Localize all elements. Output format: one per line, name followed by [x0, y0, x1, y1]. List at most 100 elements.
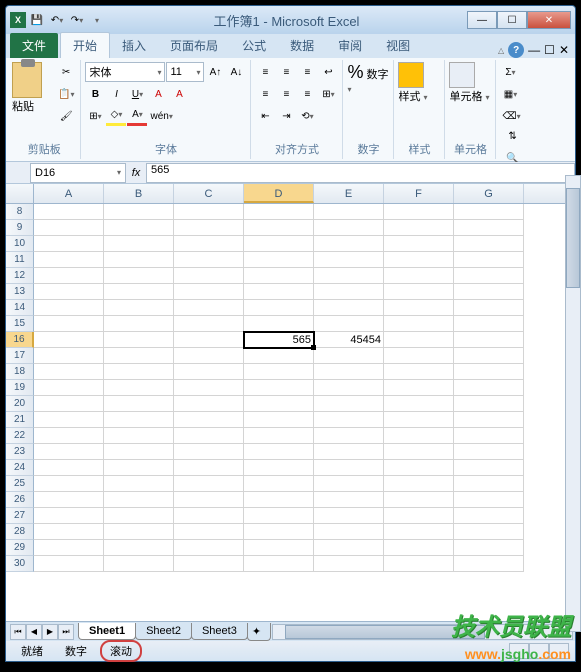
cell-E14[interactable]	[314, 300, 384, 316]
cell-C10[interactable]	[174, 236, 244, 252]
cell-E13[interactable]	[314, 284, 384, 300]
cell-A19[interactable]	[34, 380, 104, 396]
autosum-icon[interactable]: Σ▾	[500, 62, 520, 82]
cell-G26[interactable]	[454, 492, 524, 508]
bold-button[interactable]: B	[85, 84, 105, 104]
cell-G18[interactable]	[454, 364, 524, 380]
tab-file[interactable]: 文件	[10, 33, 58, 58]
increase-font-icon[interactable]: A↑	[205, 62, 225, 82]
col-header-E[interactable]: E	[314, 184, 384, 203]
cell-B15[interactable]	[104, 316, 174, 332]
cell-B13[interactable]	[104, 284, 174, 300]
cell-B12[interactable]	[104, 268, 174, 284]
cell-C13[interactable]	[174, 284, 244, 300]
cell-A15[interactable]	[34, 316, 104, 332]
row-header[interactable]: 24	[6, 460, 34, 476]
cell-A12[interactable]	[34, 268, 104, 284]
cell-F21[interactable]	[384, 412, 454, 428]
cell-B29[interactable]	[104, 540, 174, 556]
row-header[interactable]: 14	[6, 300, 34, 316]
cell-A27[interactable]	[34, 508, 104, 524]
fill-icon[interactable]: ▦▾	[500, 84, 520, 104]
cell-A16[interactable]	[34, 332, 104, 348]
row-header[interactable]: 10	[6, 236, 34, 252]
cell-C27[interactable]	[174, 508, 244, 524]
first-sheet-button[interactable]: ⏮	[10, 624, 26, 640]
align-middle-icon[interactable]: ≡	[276, 62, 296, 82]
cell-G28[interactable]	[454, 524, 524, 540]
cell-C23[interactable]	[174, 444, 244, 460]
qat-more-icon[interactable]: ▾	[88, 11, 106, 29]
cell-D15[interactable]	[244, 316, 314, 332]
cell-B20[interactable]	[104, 396, 174, 412]
cell-C8[interactable]	[174, 204, 244, 220]
row-header[interactable]: 8	[6, 204, 34, 220]
h-scroll-thumb[interactable]	[285, 625, 485, 639]
formula-input[interactable]: 565	[146, 163, 575, 183]
cell-F24[interactable]	[384, 460, 454, 476]
cell-E10[interactable]	[314, 236, 384, 252]
cell-D29[interactable]	[244, 540, 314, 556]
cell-D12[interactable]	[244, 268, 314, 284]
align-top-icon[interactable]: ≡	[255, 62, 275, 82]
cell-A26[interactable]	[34, 492, 104, 508]
col-header-C[interactable]: C	[174, 184, 244, 203]
ribbon-minimize-icon[interactable]: △	[498, 46, 504, 55]
cell-G21[interactable]	[454, 412, 524, 428]
cell-A9[interactable]	[34, 220, 104, 236]
row-header[interactable]: 16	[6, 332, 34, 348]
cell-A10[interactable]	[34, 236, 104, 252]
cell-B17[interactable]	[104, 348, 174, 364]
v-scroll-thumb[interactable]	[566, 188, 580, 288]
cell-F28[interactable]	[384, 524, 454, 540]
cell-G29[interactable]	[454, 540, 524, 556]
row-header[interactable]: 25	[6, 476, 34, 492]
cell-B8[interactable]	[104, 204, 174, 220]
cell-C12[interactable]	[174, 268, 244, 284]
fx-icon[interactable]: fx	[126, 167, 146, 179]
cell-C20[interactable]	[174, 396, 244, 412]
cell-D18[interactable]	[244, 364, 314, 380]
cell-C22[interactable]	[174, 428, 244, 444]
cell-A23[interactable]	[34, 444, 104, 460]
orientation-icon[interactable]: ⟲▾	[297, 106, 317, 126]
paste-button[interactable]: 粘贴	[12, 62, 54, 122]
cell-E12[interactable]	[314, 268, 384, 284]
cell-D27[interactable]	[244, 508, 314, 524]
cell-G24[interactable]	[454, 460, 524, 476]
tab-review[interactable]: 审阅	[326, 33, 374, 58]
tab-home[interactable]: 开始	[60, 32, 110, 58]
sheet-tab-3[interactable]: Sheet3	[191, 623, 248, 640]
cell-C25[interactable]	[174, 476, 244, 492]
cell-C26[interactable]	[174, 492, 244, 508]
cell-B18[interactable]	[104, 364, 174, 380]
cell-F13[interactable]	[384, 284, 454, 300]
cell-F11[interactable]	[384, 252, 454, 268]
fill-color-button[interactable]: ◇▾	[106, 106, 126, 126]
sort-filter-icon[interactable]: ⇅	[502, 126, 522, 146]
prev-sheet-button[interactable]: ◀	[26, 624, 42, 640]
cell-G17[interactable]	[454, 348, 524, 364]
select-all-corner[interactable]	[6, 184, 34, 203]
cell-B24[interactable]	[104, 460, 174, 476]
wrap-text-icon[interactable]: ↩	[318, 62, 338, 82]
row-header[interactable]: 17	[6, 348, 34, 364]
row-header[interactable]: 11	[6, 252, 34, 268]
cell-B30[interactable]	[104, 556, 174, 572]
row-header[interactable]: 13	[6, 284, 34, 300]
cell-G23[interactable]	[454, 444, 524, 460]
cell-E9[interactable]	[314, 220, 384, 236]
cell-C16[interactable]	[174, 332, 244, 348]
cell-A24[interactable]	[34, 460, 104, 476]
cell-D11[interactable]	[244, 252, 314, 268]
cell-B14[interactable]	[104, 300, 174, 316]
tab-formula[interactable]: 公式	[230, 33, 278, 58]
cell-D14[interactable]	[244, 300, 314, 316]
italic-button[interactable]: I	[106, 84, 126, 104]
cell-D10[interactable]	[244, 236, 314, 252]
cell-C15[interactable]	[174, 316, 244, 332]
row-header[interactable]: 23	[6, 444, 34, 460]
cell-F8[interactable]	[384, 204, 454, 220]
cell-G14[interactable]	[454, 300, 524, 316]
cell-B10[interactable]	[104, 236, 174, 252]
